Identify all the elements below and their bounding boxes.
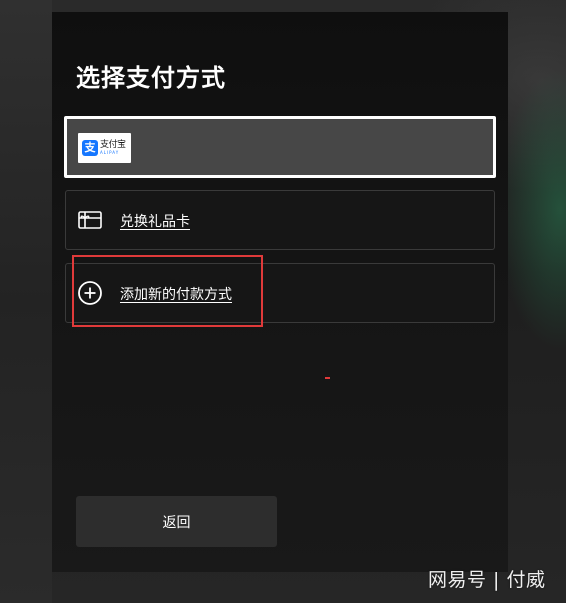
background-panel <box>0 0 52 603</box>
alipay-mark-icon: 支 <box>82 140 98 156</box>
watermark: 网易号 | 付威 <box>428 569 546 591</box>
back-button[interactable]: 返回 <box>76 496 277 547</box>
alipay-name-en: ALIPAY <box>100 150 120 155</box>
dialog-title: 选择支付方式 <box>76 64 226 92</box>
alipay-logo: 支 支付宝 ALIPAY <box>78 133 131 163</box>
alipay-name-cn: 支付宝 <box>100 140 126 150</box>
alipay-wordmark: 支付宝 ALIPAY <box>100 141 126 155</box>
gift-card-icon <box>77 207 103 233</box>
gift-card-label[interactable]: 兑换礼品卡 <box>120 211 190 231</box>
payment-option-add-new[interactable]: 添加新的付款方式 <box>65 263 495 323</box>
plus-circle-icon <box>77 280 103 306</box>
payment-method-dialog: 选择支付方式 支 支付宝 ALIPAY 兑换礼品卡 添加新的付款方式 返回 <box>52 12 508 572</box>
payment-option-gift-card[interactable]: 兑换礼品卡 <box>65 190 495 250</box>
payment-option-alipay[interactable]: 支 支付宝 ALIPAY <box>64 116 496 178</box>
red-mark <box>325 377 330 379</box>
add-payment-method-label[interactable]: 添加新的付款方式 <box>120 284 232 304</box>
